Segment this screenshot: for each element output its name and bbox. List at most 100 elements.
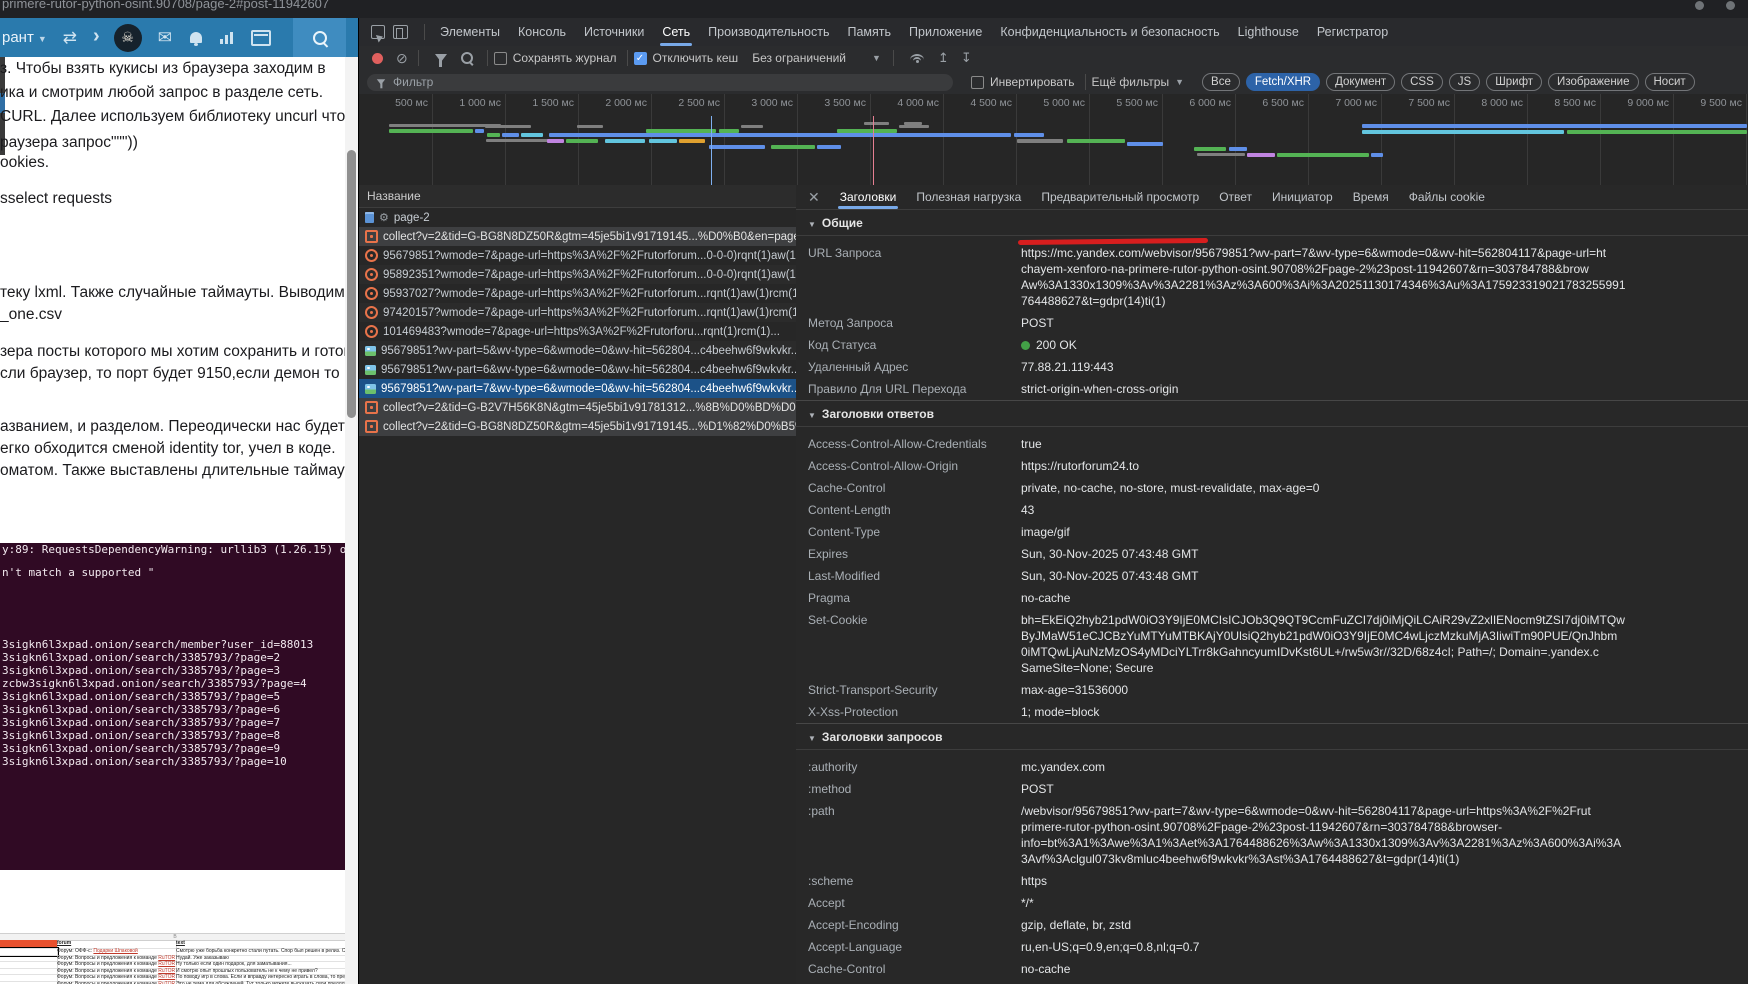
menu-icon[interactable] bbox=[1726, 1, 1735, 10]
timeline-tick-label: 4 500 мс bbox=[948, 97, 1012, 109]
timeline-tick-label: 5 500 мс bbox=[1094, 97, 1158, 109]
details-tab-предварительный-просмотр[interactable]: Предварительный просмотр bbox=[1031, 186, 1209, 209]
waterfall-bar bbox=[679, 139, 705, 143]
details-tab-полезная-нагрузка[interactable]: Полезная нагрузка bbox=[906, 186, 1031, 209]
search-button[interactable] bbox=[293, 18, 346, 57]
throttling-select[interactable]: Без ограничений bbox=[752, 51, 846, 65]
tab-конфиденциальность-и-безопасность[interactable]: Конфиденциальность и безопасность bbox=[991, 19, 1228, 46]
timeline-tick-label: 7 000 мс bbox=[1313, 97, 1377, 109]
request-row[interactable]: ⚙page-2 bbox=[359, 208, 796, 227]
request-row[interactable]: 97420157?wmode=7&page-url=https%3A%2F%2F… bbox=[359, 303, 796, 322]
details-tab-время[interactable]: Время bbox=[1343, 186, 1399, 209]
header-name: :scheme bbox=[808, 873, 1021, 889]
event-marker-line bbox=[873, 116, 874, 185]
clear-icon[interactable]: ⊘ bbox=[396, 50, 408, 67]
export-har-icon[interactable]: ↧ bbox=[961, 50, 972, 66]
waterfall-bar bbox=[837, 129, 897, 133]
header-row: Access-Control-Allow-Credentialstrue bbox=[796, 427, 1748, 455]
request-row[interactable]: 101469483?wmode=7&page-url=https%3A%2F%2… bbox=[359, 322, 796, 341]
timeline-tick-label: 500 мс bbox=[364, 97, 428, 109]
filter-icon[interactable] bbox=[435, 54, 447, 62]
filter-chip-изображение[interactable]: Изображение bbox=[1548, 73, 1638, 91]
avatar[interactable]: ☠ bbox=[114, 24, 142, 52]
tab-сеть[interactable]: Сеть bbox=[653, 19, 699, 46]
request-row[interactable]: collect?v=2&tid=G-BG8N8DZ50R&gtm=45je5bi… bbox=[359, 417, 796, 436]
header-value: bh=EkEiQ2hyb21pdW0iO3Y9IjE0MCIsICJOb3Q9Q… bbox=[1021, 612, 1748, 676]
tab-приложение[interactable]: Приложение bbox=[900, 19, 991, 46]
chevron-down-icon: ▼ bbox=[872, 53, 881, 63]
sheet-link: Подарки Шпаковой bbox=[93, 948, 137, 954]
chevron-right-icon[interactable]: › bbox=[93, 25, 100, 48]
column-header-name[interactable]: Название bbox=[359, 185, 796, 208]
filter-chip-fetch-xhr[interactable]: Fetch/XHR bbox=[1246, 73, 1320, 91]
device-toolbar-icon[interactable] bbox=[393, 25, 408, 39]
beacon-icon bbox=[365, 401, 378, 414]
tab-производительность[interactable]: Производительность bbox=[699, 19, 838, 46]
filter-chip-документ[interactable]: Документ bbox=[1326, 73, 1395, 91]
more-filters-label[interactable]: Ещё фильтры bbox=[1092, 75, 1170, 89]
disable-cache-checkbox[interactable]: ✓ bbox=[634, 52, 647, 65]
page-scrollbar[interactable] bbox=[345, 57, 358, 984]
filter-chip-js[interactable]: JS bbox=[1449, 73, 1480, 91]
request-row[interactable]: collect?v=2&tid=G-B2V7H56K8N&gtm=45je5bi… bbox=[359, 398, 796, 417]
preserve-log-checkbox[interactable] bbox=[494, 52, 507, 65]
request-row[interactable]: collect?v=2&tid=G-BG8N8DZ50R&gtm=45je5bi… bbox=[359, 227, 796, 246]
section-header-general[interactable]: ▼Общие bbox=[796, 210, 1748, 236]
header-row: :schemehttps bbox=[796, 870, 1748, 892]
timeline-tick-label: 6 000 мс bbox=[1167, 97, 1231, 109]
filter-chip-все[interactable]: Все bbox=[1202, 73, 1240, 91]
forum-text-line: егко обходится сменой identity tor, учел… bbox=[0, 440, 336, 458]
tab-консоль[interactable]: Консоль bbox=[509, 19, 575, 46]
request-row[interactable]: 95679851?wmode=7&page-url=https%3A%2F%2F… bbox=[359, 246, 796, 265]
network-conditions-icon[interactable] bbox=[910, 54, 926, 63]
tab-элементы[interactable]: Элементы bbox=[431, 19, 509, 46]
close-icon[interactable]: ✕ bbox=[796, 189, 830, 206]
mail-icon[interactable]: ✉ bbox=[158, 28, 172, 48]
details-tab-ответ[interactable]: Ответ bbox=[1209, 186, 1262, 209]
section-header-request_headers[interactable]: ▼Заголовки запросов bbox=[796, 723, 1748, 750]
tab-регистратор[interactable]: Регистратор bbox=[1308, 19, 1397, 46]
chart-icon[interactable] bbox=[220, 32, 235, 44]
forum-nav-bar: рант ▼ ⇄ › ☠ ✉ bbox=[0, 18, 358, 57]
invert-checkbox[interactable] bbox=[971, 76, 984, 89]
header-value: POST bbox=[1021, 315, 1748, 331]
wallet-icon[interactable] bbox=[251, 30, 271, 46]
details-tab-файлы-cookie[interactable]: Файлы cookie bbox=[1399, 186, 1495, 209]
tab-память[interactable]: Память bbox=[839, 19, 901, 46]
record-button[interactable] bbox=[372, 53, 383, 64]
header-row: :authoritymc.yandex.com bbox=[796, 750, 1748, 778]
nav-dropdown[interactable]: рант bbox=[2, 29, 34, 46]
terminal-line: 3sigkn6l3xpad.onion/search/3385793/?page… bbox=[2, 755, 287, 768]
search-icon[interactable] bbox=[461, 52, 473, 64]
extension-icon[interactable] bbox=[1695, 1, 1704, 10]
gear-icon: ⚙ bbox=[379, 211, 389, 224]
filter-chip-шрифт[interactable]: Шрифт bbox=[1486, 73, 1542, 91]
forum-text-line: з. Чтобы взять кукисы из браузера заходи… bbox=[0, 60, 326, 78]
header-name: Accept-Language bbox=[808, 939, 1021, 955]
import-har-icon[interactable]: ↥ bbox=[938, 50, 949, 66]
section-header-response_headers[interactable]: ▼Заголовки ответов bbox=[796, 400, 1748, 427]
tab-lighthouse[interactable]: Lighthouse bbox=[1229, 19, 1308, 46]
filter-chip-css[interactable]: CSS bbox=[1401, 73, 1443, 91]
header-value: https://rutorforum24.to bbox=[1021, 458, 1748, 474]
waterfall-bar bbox=[817, 145, 841, 149]
details-tab-заголовки[interactable]: Заголовки bbox=[830, 186, 907, 209]
invert-label: Инвертировать bbox=[990, 75, 1075, 89]
filter-input[interactable]: Фильтр bbox=[367, 74, 953, 91]
timeline-gridline bbox=[1600, 94, 1601, 185]
transfer-icon[interactable]: ⇄ bbox=[63, 28, 77, 48]
inspect-element-icon[interactable] bbox=[371, 25, 385, 39]
network-overview-timeline[interactable]: 500 мс1 000 мс1 500 мс2 000 мс2 500 мс3 … bbox=[359, 94, 1748, 186]
ping-icon bbox=[365, 249, 378, 262]
request-row[interactable]: 95937027?wmode=7&page-url=https%3A%2F%2F… bbox=[359, 284, 796, 303]
filter-chip-носит[interactable]: Носит bbox=[1645, 73, 1695, 91]
tab-источники[interactable]: Источники bbox=[575, 19, 653, 46]
terminal-line: n't match a supported " bbox=[2, 566, 154, 579]
request-row[interactable]: 95892351?wmode=7&page-url=https%3A%2F%2F… bbox=[359, 265, 796, 284]
request-row[interactable]: 95679851?wv-part=6&wv-type=6&wmode=0&wv-… bbox=[359, 360, 796, 379]
request-row[interactable]: 95679851?wv-part=7&wv-type=6&wmode=0&wv-… bbox=[359, 379, 796, 398]
details-tab-инициатор[interactable]: Инициатор bbox=[1262, 186, 1343, 209]
request-row[interactable]: 95679851?wv-part=5&wv-type=6&wmode=0&wv-… bbox=[359, 341, 796, 360]
bell-icon[interactable] bbox=[190, 32, 202, 43]
scrollbar-thumb[interactable] bbox=[347, 150, 356, 418]
